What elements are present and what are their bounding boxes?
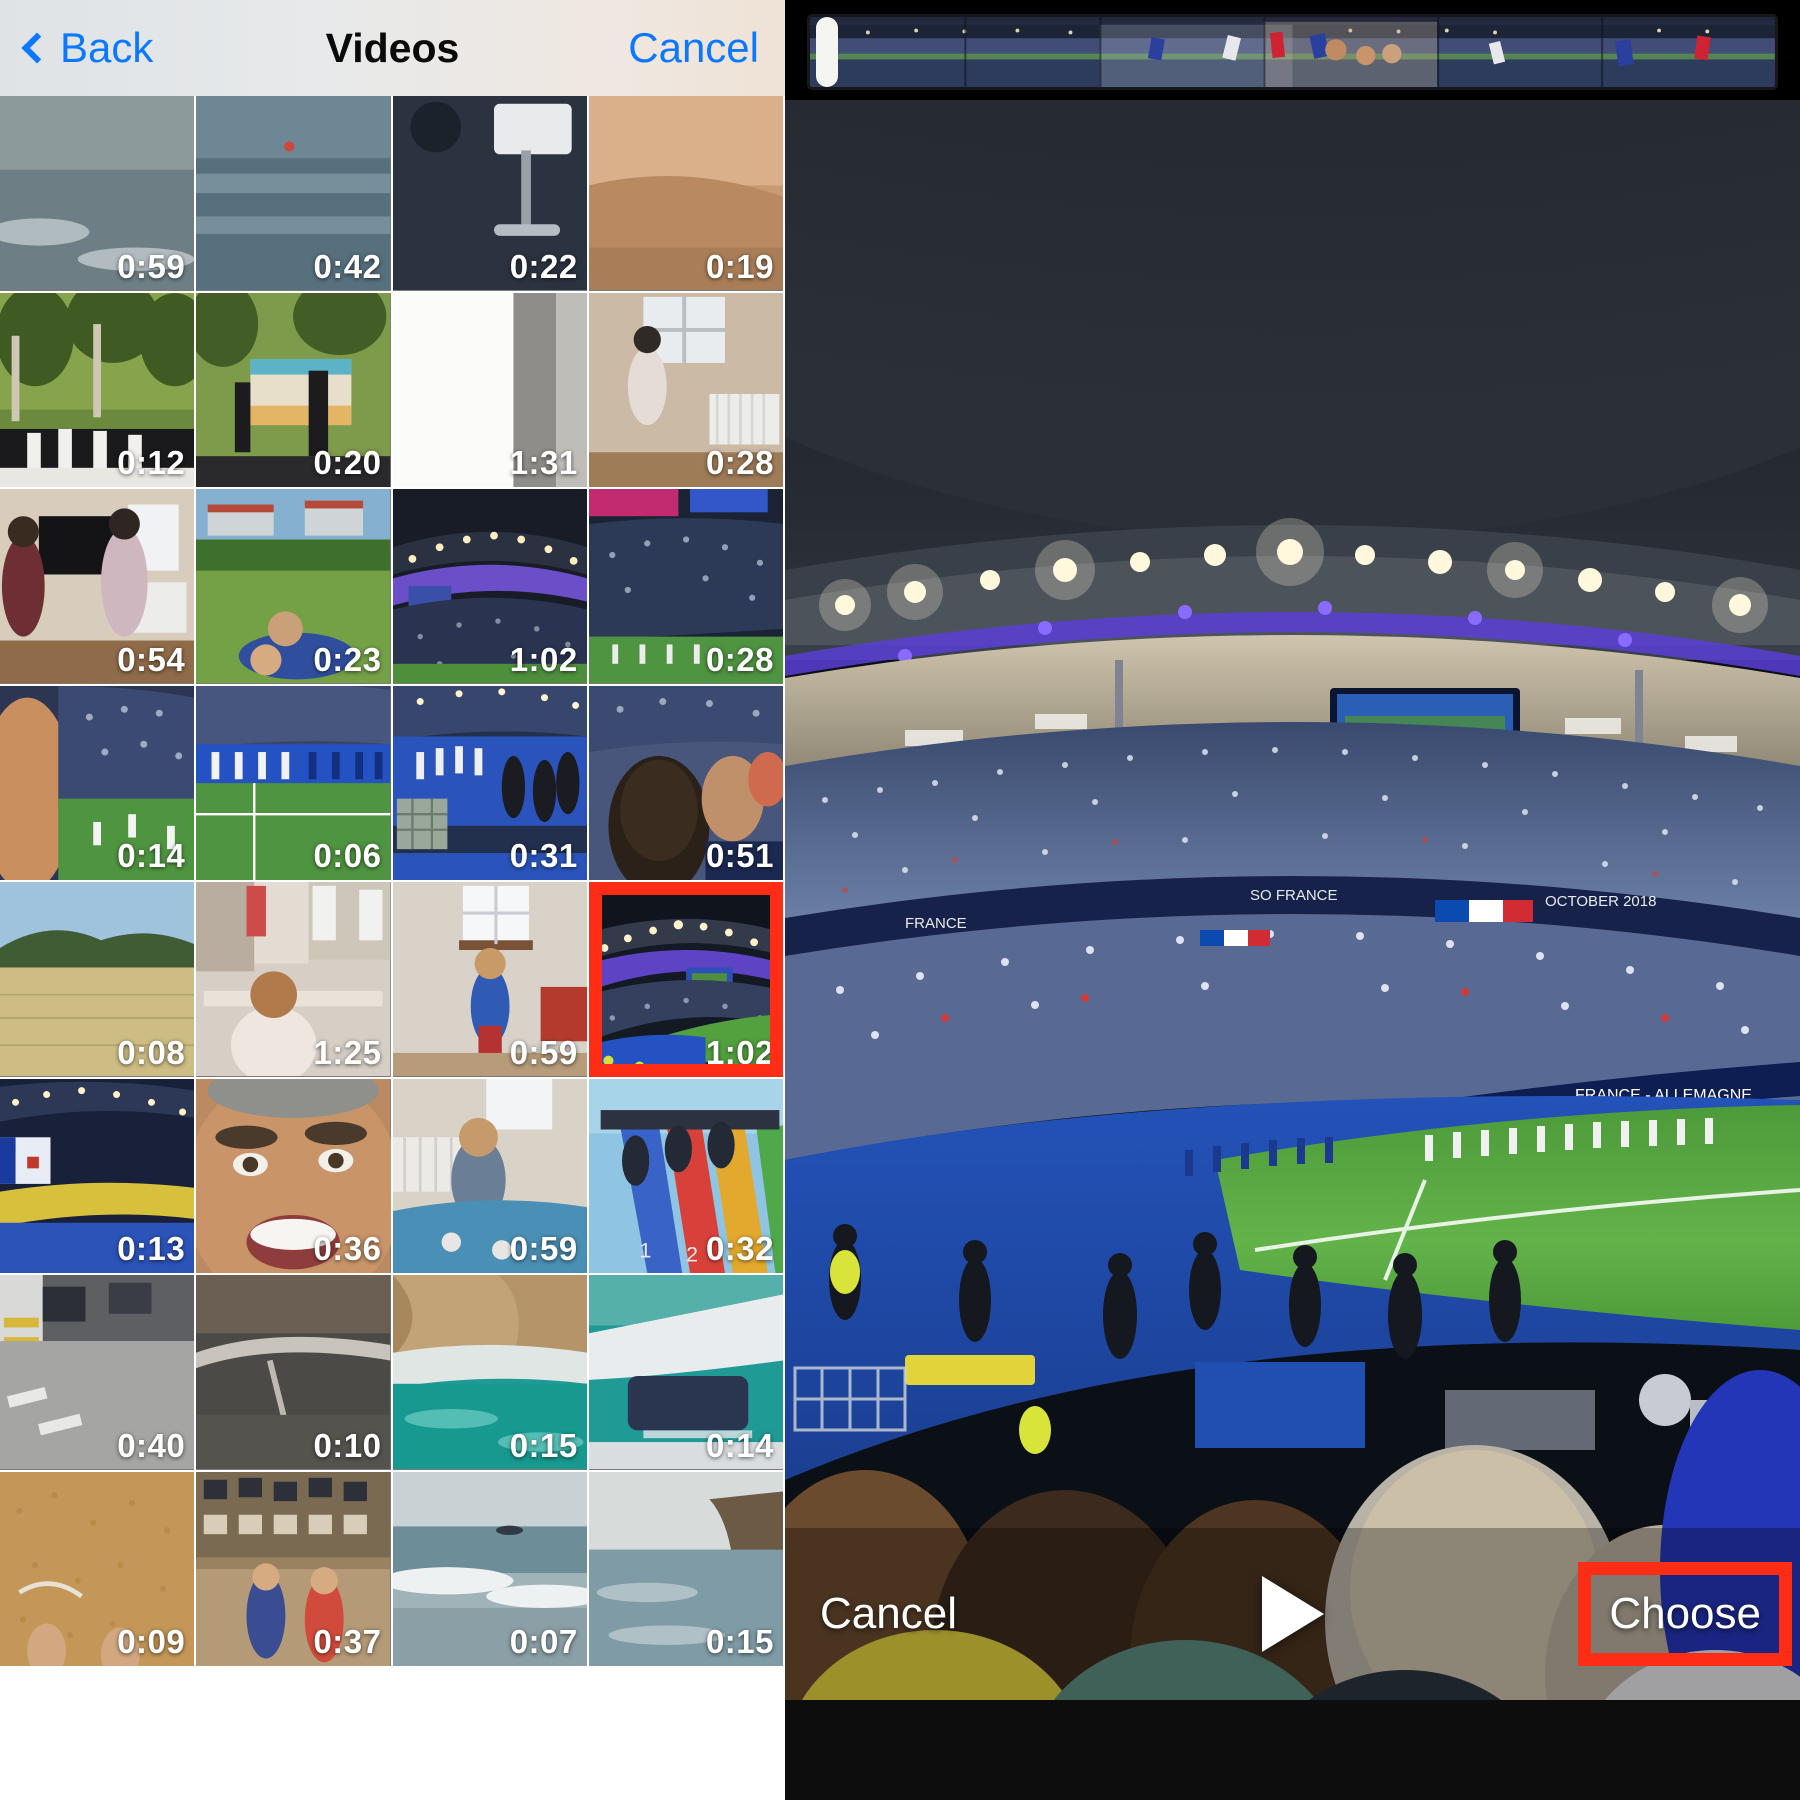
video-thumbnail[interactable]: 0:15 bbox=[392, 1275, 589, 1472]
svg-text:1: 1 bbox=[639, 1238, 651, 1262]
video-thumbnail[interactable]: 0:59 bbox=[0, 96, 197, 293]
video-thumbnail[interactable]: 0:37 bbox=[196, 1471, 393, 1668]
video-thumbnail[interactable]: 1 2 0:32 bbox=[588, 1078, 785, 1275]
video-thumbnail[interactable]: 0:19 bbox=[588, 96, 785, 293]
video-thumbnail[interactable]: 0:28 bbox=[588, 489, 785, 686]
video-duration-label: 1:02 bbox=[705, 1033, 774, 1071]
video-duration-label: 0:28 bbox=[705, 444, 774, 481]
video-duration-label: 0:14 bbox=[117, 837, 186, 874]
player-toolbar: Cancel Choose bbox=[785, 1528, 1800, 1700]
video-thumbnail[interactable]: 0:12 bbox=[0, 292, 197, 489]
video-duration-label: 0:10 bbox=[313, 1426, 382, 1464]
video-thumbnail[interactable]: 0:28 bbox=[588, 292, 785, 489]
video-thumbnail[interactable]: 0:20 bbox=[196, 292, 393, 489]
video-duration-label: 0:59 bbox=[509, 1033, 578, 1071]
video-thumbnail[interactable]: 0:59 bbox=[392, 882, 589, 1079]
video-picker-panel: Back Videos Cancel 0:59 0:42 0:22 0:19 0:12 0… bbox=[0, 0, 785, 1800]
video-duration-label: 0:15 bbox=[509, 1426, 578, 1464]
video-duration-label: 0:23 bbox=[313, 640, 382, 678]
video-thumbnail[interactable]: 0:23 bbox=[196, 489, 393, 686]
video-duration-label: 0:19 bbox=[705, 247, 774, 285]
video-duration-label: 0:13 bbox=[117, 1230, 186, 1267]
filmstrip-scrubber[interactable] bbox=[807, 14, 1778, 90]
video-preview[interactable]: FRANCE SO FRANCE OCTOBER 2018 FRANCE - A… bbox=[785, 100, 1800, 1800]
video-duration-label: 0:15 bbox=[705, 1623, 774, 1660]
video-thumbnail[interactable]: 1:02 bbox=[392, 489, 589, 686]
video-duration-label: 0:59 bbox=[509, 1230, 578, 1267]
video-thumbnail[interactable]: 0:36 bbox=[196, 1078, 393, 1275]
video-thumbnail[interactable]: 1:25 bbox=[196, 882, 393, 1079]
video-duration-label: 0:32 bbox=[705, 1230, 774, 1267]
photo-picker-screen: Back Videos Cancel 0:59 0:42 0:22 0:19 0:12 0… bbox=[0, 0, 1800, 1800]
video-thumbnail[interactable]: 0:13 bbox=[0, 1078, 197, 1275]
cancel-button[interactable]: Cancel bbox=[628, 24, 759, 72]
video-thumbnail[interactable]: 0:08 bbox=[0, 882, 197, 1079]
svg-text:SO FRANCE: SO FRANCE bbox=[1250, 887, 1338, 904]
video-thumbnail[interactable]: 0:10 bbox=[196, 1275, 393, 1472]
filmstrip-playhead[interactable] bbox=[816, 17, 838, 87]
video-thumbnail[interactable]: 0:59 bbox=[392, 1078, 589, 1275]
video-thumbnail[interactable]: 0:42 bbox=[196, 96, 393, 293]
video-thumbnail[interactable]: 0:51 bbox=[588, 685, 785, 882]
video-thumbnail[interactable]: 0:14 bbox=[0, 685, 197, 882]
video-duration-label: 0:28 bbox=[705, 640, 774, 678]
video-thumbnail[interactable]: 0:06 bbox=[196, 685, 393, 882]
back-button-label: Back bbox=[60, 24, 154, 71]
video-thumbnail[interactable]: 0:07 bbox=[392, 1471, 589, 1668]
navigation-bar: Back Videos Cancel bbox=[0, 0, 785, 96]
video-thumbnail[interactable]: 0:40 bbox=[0, 1275, 197, 1472]
svg-text:FRANCE: FRANCE bbox=[905, 915, 967, 932]
video-thumbnail[interactable]: 1:31 bbox=[392, 292, 589, 489]
video-thumbnail-selected[interactable]: 1:02 bbox=[588, 882, 785, 1079]
video-duration-label: 0:07 bbox=[509, 1623, 578, 1660]
video-thumbnail[interactable]: 0:31 bbox=[392, 685, 589, 882]
video-duration-label: 1:02 bbox=[509, 640, 578, 678]
choose-button-label: Choose bbox=[1609, 1589, 1761, 1638]
video-duration-label: 0:20 bbox=[313, 444, 382, 481]
chevron-left-icon bbox=[21, 32, 53, 64]
play-button-icon[interactable] bbox=[1261, 1576, 1324, 1652]
back-button[interactable]: Back bbox=[21, 24, 154, 72]
svg-text:OCTOBER 2018: OCTOBER 2018 bbox=[1545, 893, 1656, 910]
video-thumbnail[interactable]: 0:14 bbox=[588, 1275, 785, 1472]
video-duration-label: 0:31 bbox=[509, 837, 578, 874]
filmstrip-thumbnails bbox=[810, 17, 1775, 87]
video-duration-label: 0:08 bbox=[117, 1033, 186, 1071]
video-duration-label: 0:09 bbox=[117, 1623, 186, 1660]
video-player-panel: FRANCE SO FRANCE OCTOBER 2018 FRANCE - A… bbox=[785, 0, 1800, 1800]
video-duration-label: 1:31 bbox=[509, 444, 578, 481]
video-thumbnail[interactable]: 0:22 bbox=[392, 96, 589, 293]
video-thumbnail-grid: 0:59 0:42 0:22 0:19 0:12 0:20 1:31 0:28 0:54 0:23… bbox=[0, 96, 785, 1668]
player-cancel-button[interactable]: Cancel bbox=[820, 1589, 957, 1639]
player-bottom-bar bbox=[785, 1700, 1800, 1800]
video-thumbnail[interactable]: 0:15 bbox=[588, 1471, 785, 1668]
choose-button[interactable]: Choose bbox=[1578, 1562, 1792, 1666]
svg-text:2: 2 bbox=[686, 1242, 698, 1266]
video-duration-label: 0:12 bbox=[117, 444, 186, 481]
video-duration-label: 0:42 bbox=[313, 247, 382, 285]
video-duration-label: 1:25 bbox=[313, 1033, 382, 1071]
video-thumbnail[interactable]: 0:09 bbox=[0, 1471, 197, 1668]
video-duration-label: 0:22 bbox=[509, 247, 578, 285]
video-duration-label: 0:51 bbox=[705, 837, 774, 874]
video-duration-label: 0:06 bbox=[313, 837, 382, 874]
video-duration-label: 0:36 bbox=[313, 1230, 382, 1267]
video-duration-label: 0:37 bbox=[313, 1623, 382, 1660]
filmstrip-container bbox=[785, 0, 1800, 100]
video-duration-label: 0:54 bbox=[117, 640, 186, 678]
video-duration-label: 0:40 bbox=[117, 1426, 186, 1464]
video-duration-label: 0:59 bbox=[117, 247, 186, 285]
video-thumbnail[interactable]: 0:54 bbox=[0, 489, 197, 686]
video-duration-label: 0:14 bbox=[705, 1426, 774, 1464]
